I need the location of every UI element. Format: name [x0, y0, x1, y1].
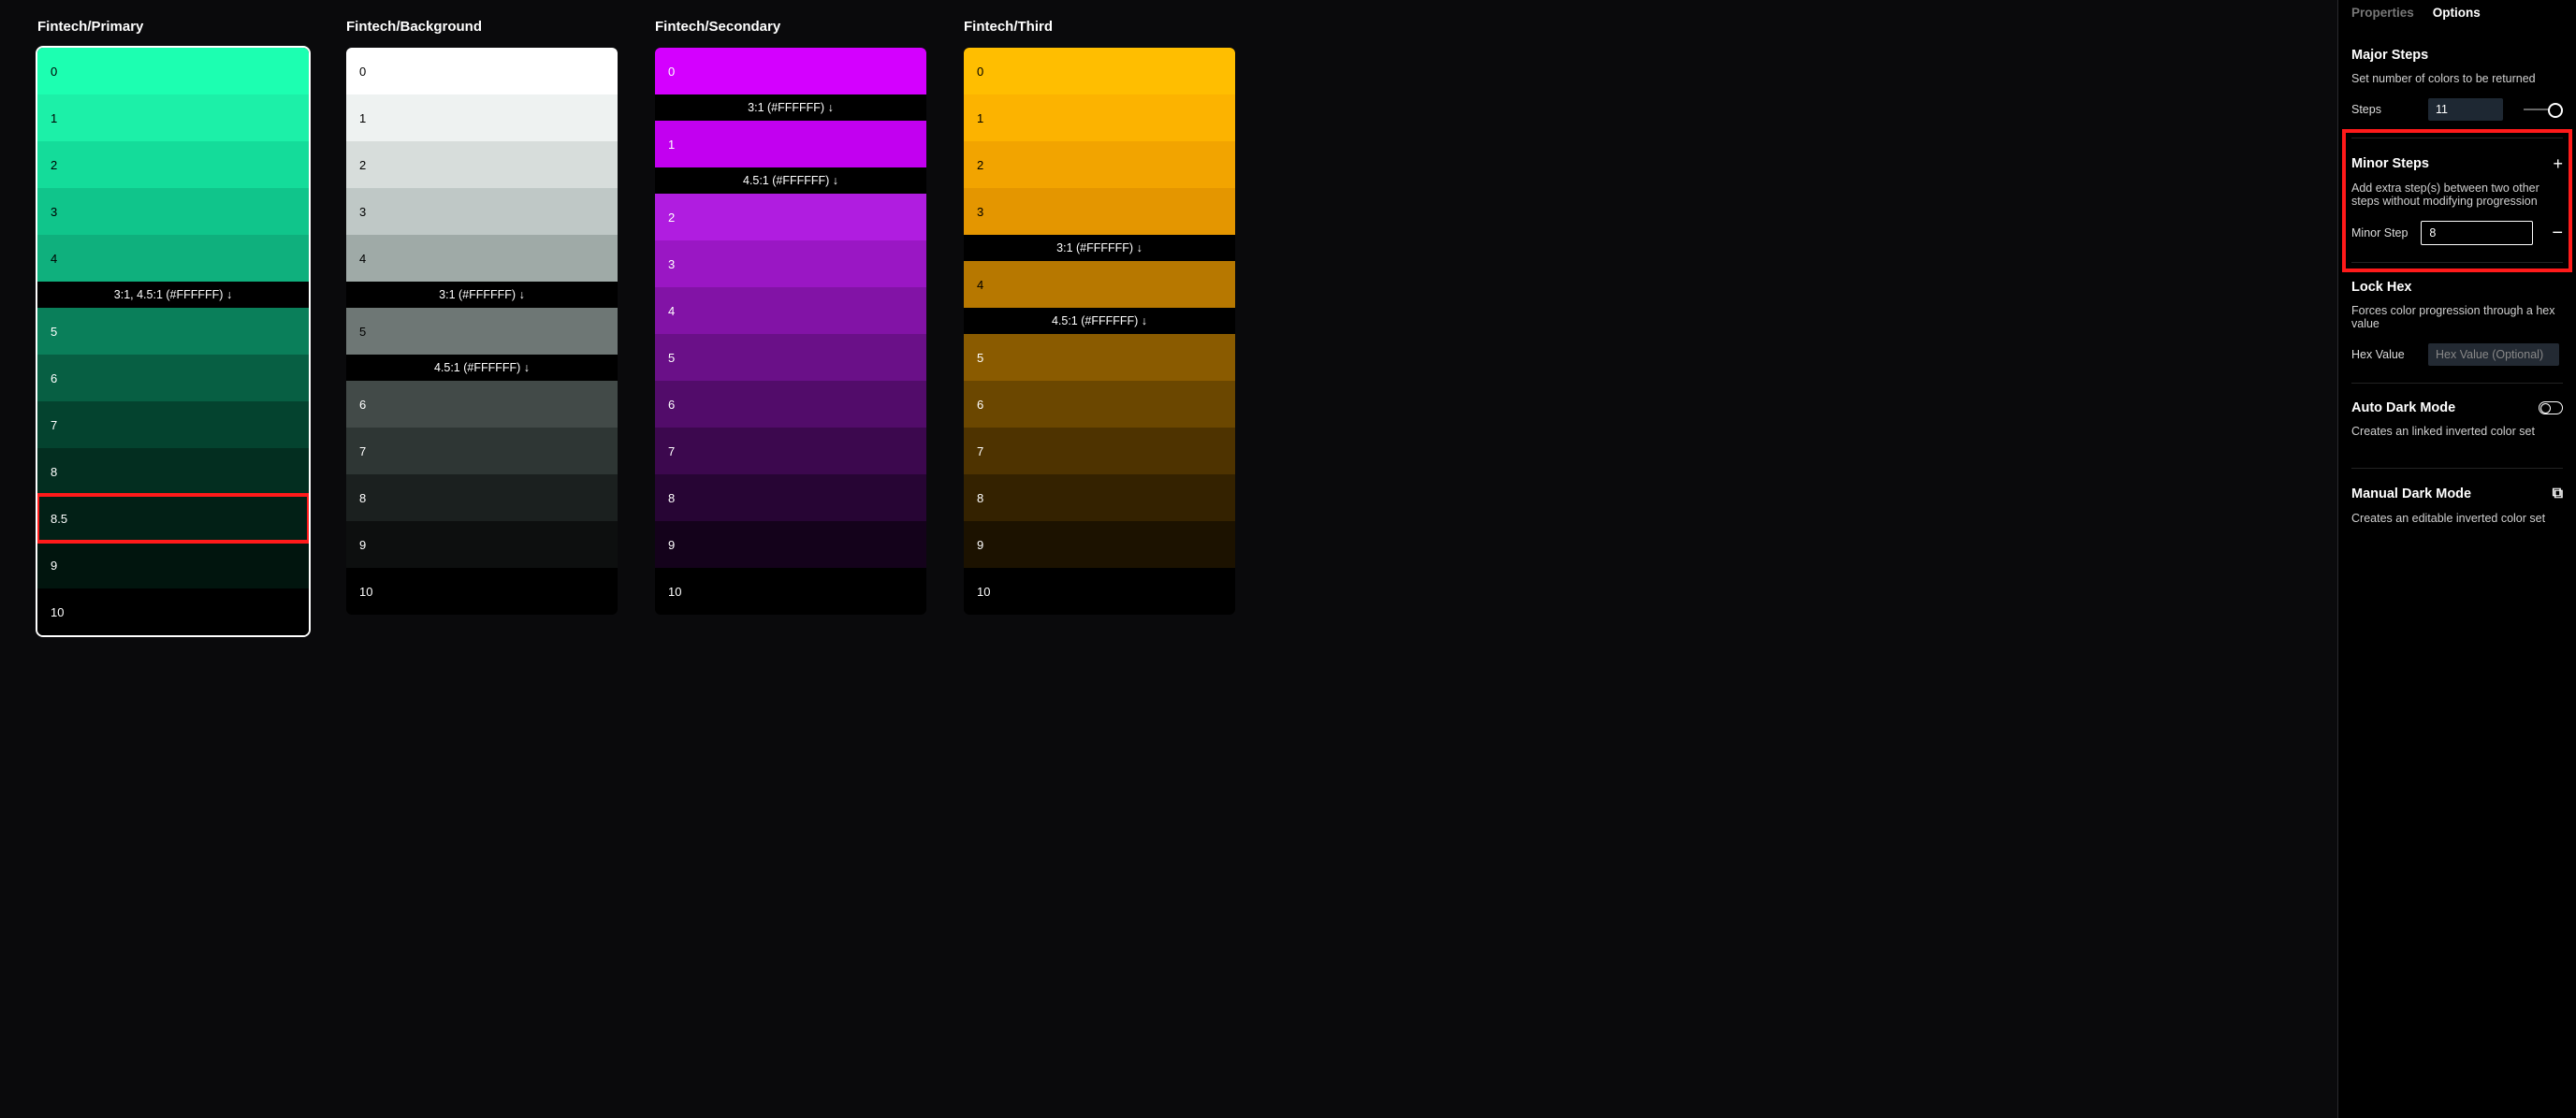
- manual-dark-title: Manual Dark Mode: [2351, 486, 2471, 501]
- contrast-divider: 4.5:1 (#FFFFFF) ↓: [655, 167, 926, 194]
- minor-steps-desc: Add extra step(s) between two other step…: [2351, 181, 2563, 208]
- color-swatch[interactable]: 4: [346, 235, 618, 282]
- color-swatch[interactable]: 8: [346, 474, 618, 521]
- major-steps-title: Major Steps: [2351, 48, 2563, 63]
- tab-properties[interactable]: Properties: [2351, 6, 2414, 20]
- palette-column: Fintech/Primary 012343:1, 4.5:1 (#FFFFFF)…: [37, 19, 309, 1099]
- options-panel: Properties Options Major Steps Set numbe…: [2337, 0, 2576, 1118]
- color-swatch[interactable]: 4: [37, 235, 309, 282]
- contrast-divider: 3:1 (#FFFFFF) ↓: [346, 282, 618, 308]
- color-swatch[interactable]: 10: [346, 568, 618, 615]
- color-swatch[interactable]: 2: [37, 141, 309, 188]
- major-steps-desc: Set number of colors to be returned: [2351, 72, 2563, 85]
- color-swatch[interactable]: 9: [655, 521, 926, 568]
- color-swatch[interactable]: 9: [964, 521, 1235, 568]
- contrast-divider: 3:1, 4.5:1 (#FFFFFF) ↓: [37, 282, 309, 308]
- palette-column: Fintech/Third 01233:1 (#FFFFFF) ↓44.5:1 (…: [964, 19, 1235, 1099]
- color-swatch[interactable]: 6: [37, 355, 309, 401]
- add-minor-step-button[interactable]: +: [2553, 155, 2563, 172]
- minor-steps-section: Minor Steps + Add extra step(s) between …: [2351, 138, 2563, 263]
- contrast-divider: 4.5:1 (#FFFFFF) ↓: [346, 355, 618, 381]
- color-swatch[interactable]: 10: [964, 568, 1235, 615]
- lock-hex-section: Lock Hex Forces color progression throug…: [2351, 263, 2563, 384]
- steps-slider[interactable]: [2524, 109, 2563, 110]
- color-swatch[interactable]: 5: [346, 308, 618, 355]
- swatch-stack[interactable]: 03:1 (#FFFFFF) ↓14.5:1 (#FFFFFF) ↓234567…: [655, 48, 926, 615]
- color-swatch[interactable]: 10: [655, 568, 926, 615]
- panel-tabs: Properties Options: [2351, 0, 2563, 31]
- minor-steps-title: Minor Steps: [2351, 156, 2429, 171]
- copy-icon[interactable]: ⧉: [2553, 486, 2563, 502]
- manual-dark-desc: Creates an editable inverted color set: [2351, 512, 2563, 525]
- auto-dark-title: Auto Dark Mode: [2351, 400, 2455, 415]
- color-swatch[interactable]: 2: [655, 194, 926, 240]
- palette-title: Fintech/Background: [346, 19, 618, 35]
- color-swatch[interactable]: 5: [964, 334, 1235, 381]
- color-swatch[interactable]: 6: [655, 381, 926, 428]
- auto-dark-desc: Creates an linked inverted color set: [2351, 425, 2563, 438]
- color-swatch[interactable]: 8.5: [37, 495, 309, 542]
- color-swatch[interactable]: 1: [964, 94, 1235, 141]
- swatch-stack[interactable]: 01233:1 (#FFFFFF) ↓44.5:1 (#FFFFFF) ↓567…: [964, 48, 1235, 615]
- swatch-stack[interactable]: 012343:1 (#FFFFFF) ↓54.5:1 (#FFFFFF) ↓67…: [346, 48, 618, 615]
- color-swatch[interactable]: 8: [37, 448, 309, 495]
- color-swatch[interactable]: 4: [655, 287, 926, 334]
- manual-dark-section: Manual Dark Mode ⧉ Creates an editable i…: [2351, 469, 2563, 555]
- color-swatch[interactable]: 4: [964, 261, 1235, 308]
- color-swatch[interactable]: 3: [655, 240, 926, 287]
- color-swatch[interactable]: 3: [346, 188, 618, 235]
- color-swatch[interactable]: 10: [37, 588, 309, 635]
- color-swatch[interactable]: 7: [655, 428, 926, 474]
- palette-title: Fintech/Third: [964, 19, 1235, 35]
- steps-label: Steps: [2351, 103, 2417, 116]
- color-swatch[interactable]: 6: [346, 381, 618, 428]
- major-steps-section: Major Steps Set number of colors to be r…: [2351, 31, 2563, 138]
- minor-step-label: Minor Step: [2351, 226, 2409, 240]
- color-swatch[interactable]: 0: [346, 48, 618, 94]
- color-swatch[interactable]: 0: [655, 48, 926, 94]
- color-swatch[interactable]: 0: [37, 48, 309, 94]
- hex-value-input[interactable]: [2428, 343, 2559, 366]
- color-swatch[interactable]: 8: [964, 474, 1235, 521]
- color-swatch[interactable]: 9: [37, 542, 309, 588]
- steps-input[interactable]: [2428, 98, 2503, 121]
- minor-step-input[interactable]: [2421, 221, 2533, 245]
- color-swatch[interactable]: 1: [37, 94, 309, 141]
- color-swatch[interactable]: 1: [346, 94, 618, 141]
- color-swatch[interactable]: 8: [655, 474, 926, 521]
- contrast-divider: 3:1 (#FFFFFF) ↓: [964, 235, 1235, 261]
- color-swatch[interactable]: 9: [346, 521, 618, 568]
- color-swatch[interactable]: 6: [964, 381, 1235, 428]
- color-swatch[interactable]: 5: [37, 308, 309, 355]
- palettes-canvas: Fintech/Primary012343:1, 4.5:1 (#FFFFFF)…: [0, 0, 2337, 1118]
- swatch-stack[interactable]: 012343:1, 4.5:1 (#FFFFFF) ↓56788.5910: [37, 48, 309, 635]
- auto-dark-toggle[interactable]: [2539, 401, 2563, 414]
- color-swatch[interactable]: 2: [964, 141, 1235, 188]
- hex-value-label: Hex Value: [2351, 348, 2417, 361]
- color-swatch[interactable]: 3: [37, 188, 309, 235]
- contrast-divider: 4.5:1 (#FFFFFF) ↓: [964, 308, 1235, 334]
- lock-hex-title: Lock Hex: [2351, 280, 2563, 295]
- color-swatch[interactable]: 7: [37, 401, 309, 448]
- auto-dark-section: Auto Dark Mode Creates an linked inverte…: [2351, 384, 2563, 469]
- palette-title: Fintech/Secondary: [655, 19, 926, 35]
- palette-column: Fintech/Secondary 03:1 (#FFFFFF) ↓14.5:1 …: [655, 19, 926, 1099]
- color-swatch[interactable]: 7: [964, 428, 1235, 474]
- remove-minor-step-button[interactable]: −: [2552, 223, 2563, 244]
- contrast-divider: 3:1 (#FFFFFF) ↓: [655, 94, 926, 121]
- lock-hex-desc: Forces color progression through a hex v…: [2351, 304, 2563, 330]
- color-swatch[interactable]: 7: [346, 428, 618, 474]
- color-swatch[interactable]: 1: [655, 121, 926, 167]
- color-swatch[interactable]: 3: [964, 188, 1235, 235]
- color-swatch[interactable]: 2: [346, 141, 618, 188]
- palette-title: Fintech/Primary: [37, 19, 309, 35]
- color-swatch[interactable]: 0: [964, 48, 1235, 94]
- color-swatch[interactable]: 5: [655, 334, 926, 381]
- palette-column: Fintech/Background 012343:1 (#FFFFFF) ↓54…: [346, 19, 618, 1099]
- tab-options[interactable]: Options: [2433, 6, 2481, 20]
